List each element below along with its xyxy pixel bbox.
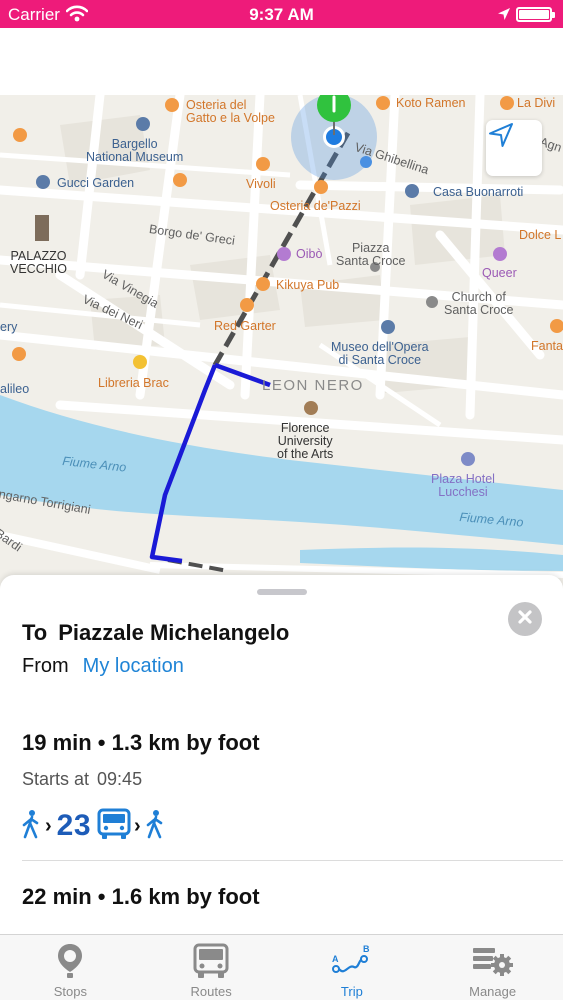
walk-icon [20, 809, 42, 844]
poi-red-garter[interactable]: Red Garter [214, 320, 276, 333]
bus-line-number: 23 [56, 809, 92, 842]
status-bar: Carrier 9:37 AM [0, 0, 563, 28]
route-option-1[interactable]: 19 min • 1.3 km by foot Starts at 09:45 [22, 730, 260, 790]
poi-vivoli[interactable]: Vivoli [246, 178, 276, 191]
tab-manage[interactable]: Manage [422, 935, 563, 1000]
gear-icon [471, 941, 515, 981]
tab-label: Stops [53, 984, 87, 999]
map-view[interactable]: Osteria del Gatto e la Volpe Koto Ramen L… [0, 95, 563, 595]
sheet-grabber[interactable] [257, 589, 307, 595]
origin-row: From My location [22, 655, 184, 678]
battery-icon [516, 7, 555, 22]
destination-row: To Piazzale Michelangelo [22, 620, 289, 646]
from-label: From [22, 655, 69, 677]
destination-name[interactable]: Piazzale Michelangelo [58, 620, 289, 645]
poi-museo-opera[interactable]: Museo dell'Opera di Santa Croce [331, 341, 429, 367]
poi-plaza-hotel[interactable]: Plaza Hotel Lucchesi [431, 473, 495, 499]
origin-link[interactable]: My location [83, 655, 184, 677]
current-location-button[interactable] [486, 120, 542, 176]
tab-label: Routes [190, 984, 232, 999]
poi-leon-nero[interactable]: LEON NERO [262, 378, 364, 393]
route-summary: 22 min • 1.6 km by foot [22, 884, 260, 909]
poi-palazzo-vecchio[interactable]: PALAZZO VECCHIO [10, 250, 67, 276]
close-icon [517, 609, 533, 630]
svg-text:A: A [332, 954, 339, 964]
poi-bargello[interactable]: Bargello National Museum [86, 138, 183, 164]
poi-piazza-santa-croce[interactable]: Piazza Santa Croce [336, 242, 405, 268]
starts-at-label: Starts at [22, 769, 90, 789]
trip-ab-icon: AB [330, 941, 374, 981]
to-label: To [22, 620, 48, 645]
close-button[interactable] [508, 602, 542, 636]
poi-dolce[interactable]: Dolce L [519, 229, 561, 242]
chevron-right-icon: › [45, 814, 52, 837]
poi-galileo[interactable]: alileo [0, 383, 29, 396]
poi-la-divina[interactable]: La Divi [517, 97, 555, 110]
route-legs: › 23 › [20, 808, 166, 844]
location-arrow-icon [497, 7, 511, 26]
poi-casa-buonarroti[interactable]: Casa Buonarroti [433, 186, 523, 199]
route-start-time: Starts at 09:45 [22, 769, 260, 790]
tab-bar: Stops Routes AB Trip Manage [0, 934, 563, 1000]
svg-text:B: B [363, 944, 370, 954]
poi-fanta[interactable]: Fanta [531, 340, 563, 353]
route-option-2[interactable]: 22 min • 1.6 km by foot [22, 884, 260, 910]
walk-icon [144, 809, 166, 844]
poi-libreria-brac[interactable]: Libreria Brac [98, 377, 169, 390]
poi-kikuya-pub[interactable]: Kikuya Pub [276, 279, 339, 292]
bus-icon [192, 941, 230, 981]
poi-koto-ramen[interactable]: Koto Ramen [396, 97, 465, 110]
poi-ery[interactable]: ery [0, 321, 17, 334]
status-time: 9:37 AM [249, 5, 314, 24]
poi-oibo[interactable]: Oibò [296, 248, 322, 261]
poi-osteria-gatto[interactable]: Osteria del Gatto e la Volpe [186, 99, 275, 125]
tab-label: Trip [340, 984, 363, 999]
poi-osteria-pazzi[interactable]: Osteria de'Pazzi [270, 200, 361, 213]
poi-florence-university[interactable]: Florence University of the Arts [277, 422, 333, 461]
bus-icon [97, 808, 131, 845]
trip-sheet: To Piazzale Michelangelo From My location … [0, 575, 563, 935]
poi-gucci-garden[interactable]: Gucci Garden [57, 177, 134, 190]
chevron-right-icon: › [134, 814, 141, 837]
tab-label: Manage [469, 984, 517, 999]
stop-pin-icon [56, 941, 84, 981]
start-time: 09:45 [97, 769, 143, 789]
tab-trip[interactable]: AB Trip [282, 935, 423, 1000]
tab-routes[interactable]: Routes [141, 935, 282, 1000]
route-divider [22, 860, 563, 861]
poi-queer[interactable]: Queer [482, 267, 517, 280]
poi-church-santa-croce[interactable]: Church of Santa Croce [444, 291, 513, 317]
tab-stops[interactable]: Stops [0, 935, 141, 1000]
route-summary: 19 min • 1.3 km by foot [22, 730, 260, 755]
